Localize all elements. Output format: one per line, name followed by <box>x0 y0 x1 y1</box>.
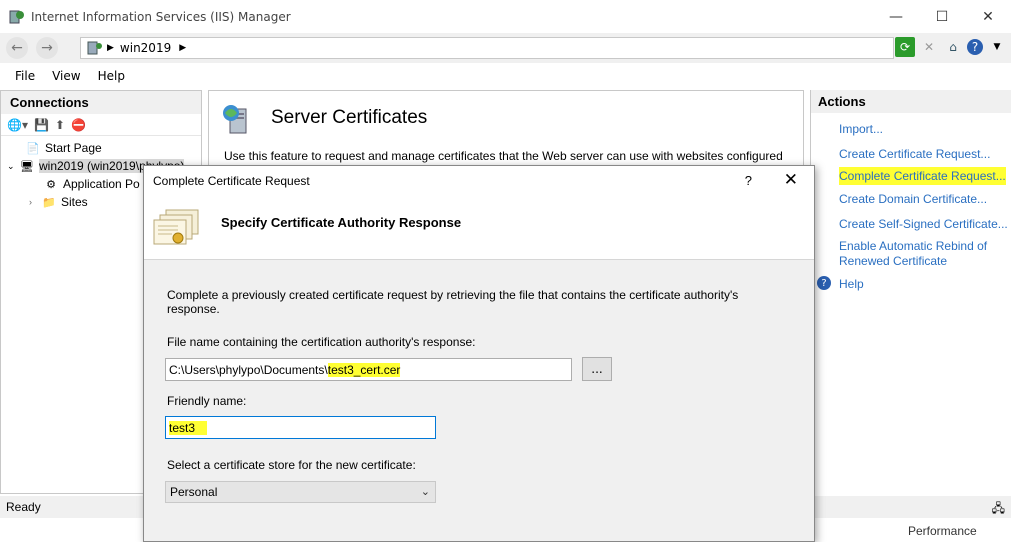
menu-file[interactable]: File <box>15 69 35 83</box>
menu-view[interactable]: View <box>52 69 80 83</box>
help-icon[interactable]: ? <box>967 39 983 55</box>
browse-button[interactable]: ... <box>582 357 612 381</box>
dialog-close-button[interactable]: ✕ <box>784 170 798 190</box>
forward-arrow-icon[interactable]: → <box>36 37 58 59</box>
action-renewed-certificate[interactable]: Renewed Certificate <box>839 254 947 268</box>
intro-line-2: response. <box>167 302 220 316</box>
intro-line-1: Complete a previously created certificat… <box>167 288 739 302</box>
dialog-title-bar: Complete Certificate Request ? ✕ <box>144 166 814 196</box>
feature-description: Use this feature to request and manage c… <box>224 149 783 163</box>
address-tools: ⟳ ✕ ⌂ ? ▼ <box>895 37 1007 57</box>
action-create-domain-certificate[interactable]: Create Domain Certificate... <box>839 192 987 206</box>
chevron-down-icon[interactable]: ▼ <box>987 37 1007 57</box>
maximize-button[interactable]: ☐ <box>919 0 965 33</box>
iis-app-icon <box>9 10 24 23</box>
dialog-body: Complete a previously created certificat… <box>144 261 814 542</box>
window-title: Internet Information Services (IIS) Mana… <box>31 9 291 24</box>
minimize-button[interactable]: — <box>873 0 919 33</box>
connections-toolbar: 🌐▾ 💾 ⬆ ⛔ <box>1 114 201 136</box>
address-path[interactable]: win2019 <box>120 41 171 55</box>
window-controls: — ☐ ✕ <box>873 0 1011 33</box>
dialog-help-button[interactable]: ? <box>745 173 752 188</box>
close-button[interactable]: ✕ <box>965 0 1011 33</box>
title-bar: Internet Information Services (IIS) Mana… <box>0 0 1011 33</box>
tree-item-app-pools[interactable]: ⚙ Application Po <box>43 176 140 192</box>
address-bar: ← → ▶ win2019 ▶ ⟳ ✕ ⌂ ? ▼ <box>0 33 1011 63</box>
start-page-icon: 📄 <box>26 142 40 155</box>
certificate-store-value: Personal <box>170 485 218 499</box>
tree-label: Start Page <box>45 141 102 155</box>
server-icon: 🖥 <box>20 160 34 173</box>
friendly-name-input[interactable]: test3 <box>165 416 436 439</box>
menu-bar: File View Help <box>0 63 1011 89</box>
chevron-down-icon: ⌄ <box>420 486 430 498</box>
file-name-label: File name containing the certification a… <box>167 335 476 349</box>
certificate-store-label: Select a certificate store for the new c… <box>167 458 416 472</box>
friendly-name-value: test3 <box>169 420 208 435</box>
help-icon: ? <box>817 276 831 290</box>
friendly-name-label: Friendly name: <box>167 394 247 408</box>
disconnect-icon[interactable]: ⛔ <box>71 118 86 132</box>
action-create-certificate-request[interactable]: Create Certificate Request... <box>839 147 990 161</box>
certificate-store-select[interactable]: Personal ⌄ <box>165 481 436 503</box>
certificate-icon <box>153 209 199 245</box>
up-icon[interactable]: ⬆ <box>55 118 65 132</box>
menu-help[interactable]: Help <box>98 69 125 83</box>
tree-item-start-page[interactable]: 📄 Start Page <box>25 140 102 156</box>
actions-panel: Actions Import... Create Certificate Req… <box>810 90 1011 494</box>
network-icon: 🖧 <box>991 501 1005 515</box>
app-pools-icon: ⚙ <box>46 178 56 191</box>
stop-icon[interactable]: ✕ <box>919 37 939 57</box>
connect-icon[interactable]: 🌐▾ <box>7 118 28 132</box>
action-create-self-signed-certificate[interactable]: Create Self-Signed Certificate... <box>839 217 1008 231</box>
connections-header: Connections <box>1 91 201 114</box>
performance-label: Performance <box>908 524 977 538</box>
back-arrow-icon[interactable]: ← <box>6 37 28 59</box>
dialog-heading: Specify Certificate Authority Response <box>221 215 462 230</box>
actions-header: Actions <box>811 90 1011 113</box>
chevron-right-icon: ▶ <box>107 43 114 53</box>
server-certificates-icon <box>223 105 247 134</box>
tree-label: Sites <box>61 195 88 209</box>
save-icon[interactable]: 💾 <box>34 118 49 132</box>
dialog-header: Specify Certificate Authority Response <box>144 196 814 260</box>
home-icon[interactable]: ⌂ <box>943 37 963 57</box>
server-icon <box>87 41 102 55</box>
sites-icon: 📁 <box>42 196 56 209</box>
file-path-prefix: C:\Users\phylypo\Documents\ <box>169 362 328 377</box>
file-name-value: test3_cert.cer <box>327 362 401 377</box>
tree-item-sites[interactable]: › 📁 Sites <box>29 194 88 210</box>
file-name-input[interactable]: C:\Users\phylypo\Documents\ test3_cert.ce… <box>165 358 572 381</box>
action-import[interactable]: Import... <box>839 122 883 136</box>
chevron-right-icon[interactable]: ▶ <box>179 43 186 53</box>
page-title: Server Certificates <box>271 107 428 128</box>
complete-certificate-request-dialog: Complete Certificate Request ? ✕ Specify… <box>143 165 815 542</box>
refresh-icon[interactable]: ⟳ <box>895 37 915 57</box>
status-text: Ready <box>6 500 41 514</box>
dialog-title: Complete Certificate Request <box>153 174 310 188</box>
action-enable-automatic-rebind[interactable]: Enable Automatic Rebind of <box>839 239 987 253</box>
action-complete-certificate-request[interactable]: Complete Certificate Request... <box>839 167 1006 185</box>
tree-label: Application Po <box>63 177 140 191</box>
action-help[interactable]: Help <box>839 277 864 291</box>
chevron-down-icon[interactable]: ⌄ <box>7 161 19 172</box>
chevron-right-icon[interactable]: › <box>29 197 41 207</box>
address-field[interactable]: ▶ win2019 ▶ <box>80 37 894 59</box>
